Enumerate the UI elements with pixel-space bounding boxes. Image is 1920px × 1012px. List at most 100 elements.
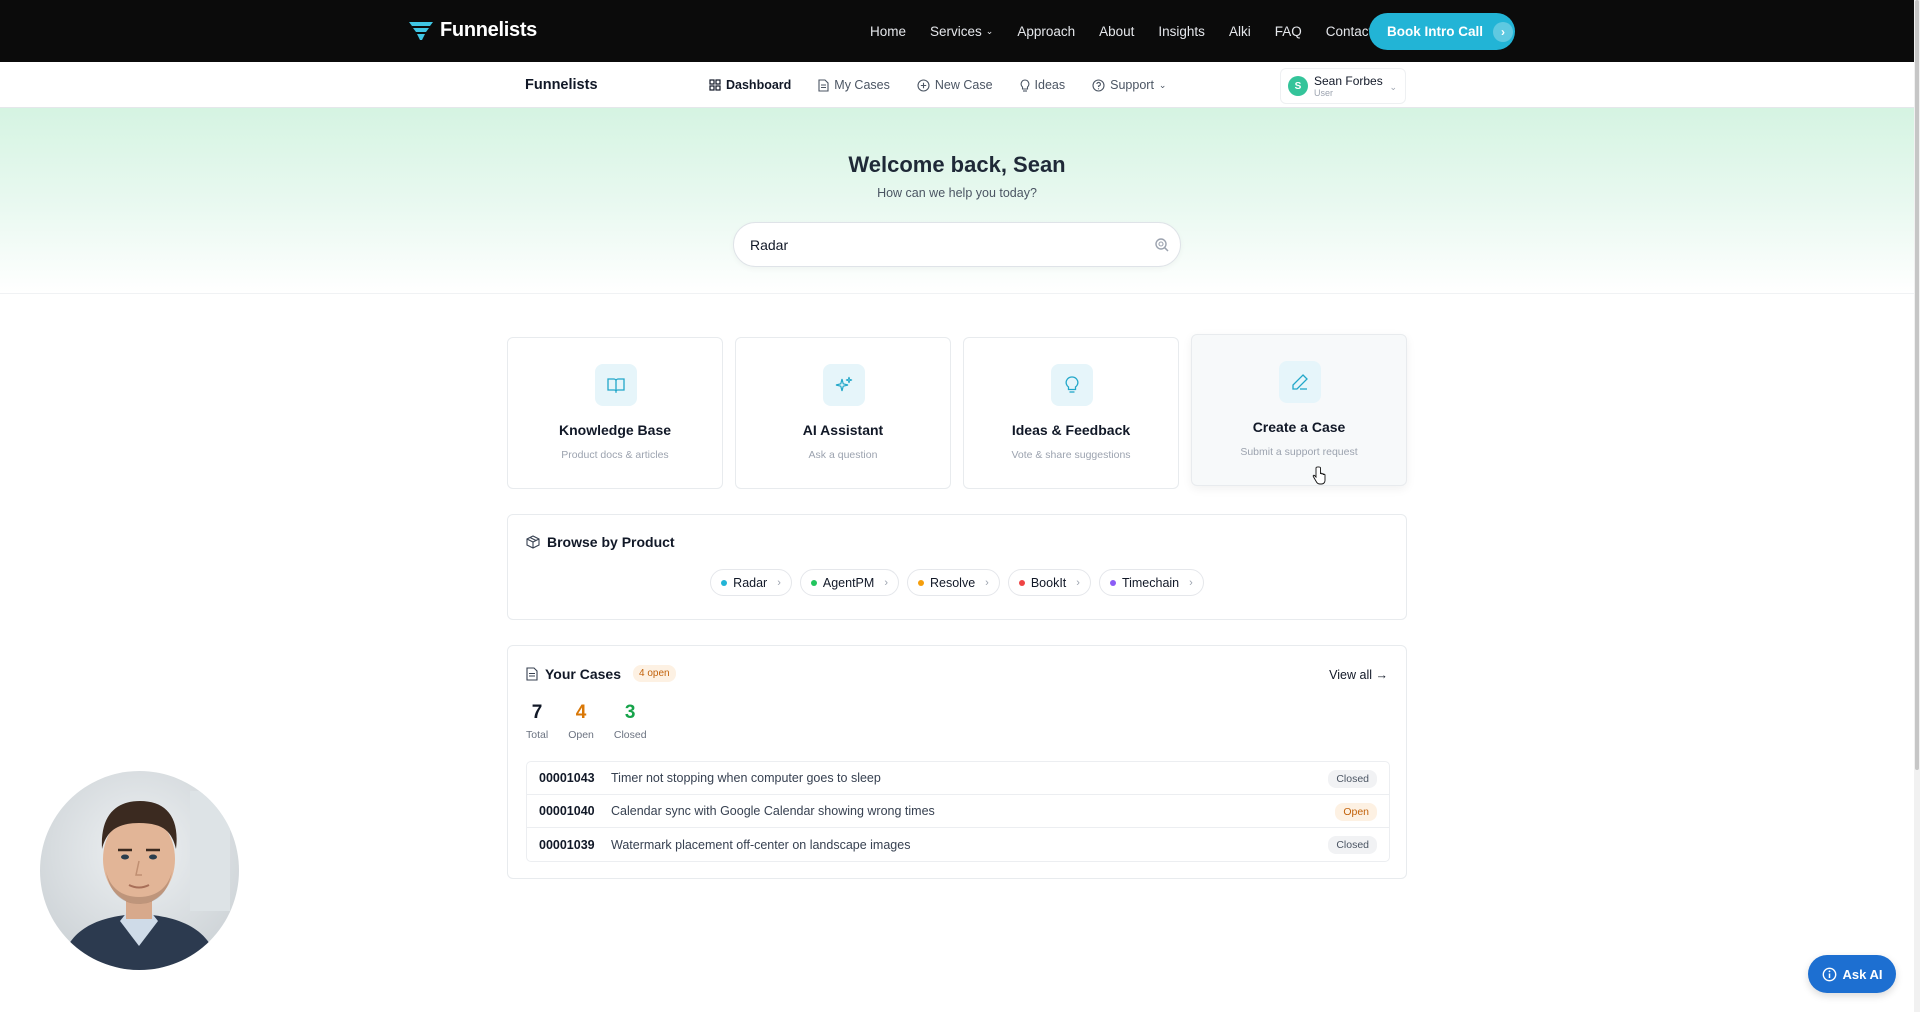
info-circle-icon [1822, 967, 1836, 981]
page-subtitle: How can we help you today? [877, 186, 1037, 200]
card-description: Product docs & articles [561, 449, 669, 461]
case-row[interactable]: 00001043 Timer not stopping when compute… [527, 762, 1389, 795]
product-chips: Radar › AgentPM › Resolve › BookIt › Tim… [508, 569, 1406, 596]
chevron-right-icon: › [1189, 576, 1193, 589]
stat-total: 7 Total [526, 701, 548, 741]
case-id: 00001040 [539, 804, 595, 818]
brand-logo[interactable]: Funnelists [408, 19, 537, 42]
stat-label: Closed [613, 729, 647, 741]
nav-alki[interactable]: Alki [1229, 24, 1251, 39]
card-description: Ask a question [808, 449, 878, 461]
card-create-case[interactable]: Create a Case Submit a support request [1191, 334, 1407, 486]
nav-about[interactable]: About [1099, 24, 1134, 39]
status-dot [1109, 579, 1116, 586]
nav-dashboard[interactable]: Dashboard [709, 78, 791, 92]
nav-insights[interactable]: Insights [1158, 24, 1205, 39]
card-ai-assistant[interactable]: AI Assistant Ask a question [735, 337, 951, 489]
package-icon [526, 535, 540, 549]
stat-label: Total [526, 729, 549, 741]
plus-circle-icon [917, 78, 930, 92]
browse-header: Browse by Product [526, 534, 675, 550]
your-cases-panel: Your Cases 4 open View all → 7 Total 4 O… [507, 645, 1407, 879]
scrollbar-thumb[interactable] [1915, 0, 1919, 770]
hand-cursor-icon [1312, 466, 1326, 485]
view-all-link[interactable]: View all → [1329, 668, 1388, 682]
nav-support[interactable]: Support ⌄ [1092, 78, 1166, 92]
nav-ideas-label: Ideas [1034, 78, 1066, 92]
cases-header: Your Cases 4 open [526, 665, 676, 682]
stat-value: 4 [575, 702, 587, 723]
nav-support-label: Support [1110, 78, 1154, 92]
nav-services[interactable]: Services ⌄ [930, 24, 993, 39]
nav-ideas[interactable]: Ideas [1020, 78, 1066, 92]
status-dot [917, 579, 924, 586]
book-icon [595, 364, 637, 406]
pencil-icon [1279, 361, 1321, 403]
nav-new-case[interactable]: New Case [917, 78, 993, 92]
chevron-down-icon: ⌄ [1158, 79, 1167, 90]
card-description: Submit a support request [1240, 446, 1358, 458]
card-title: Knowledge Base [558, 422, 672, 438]
top-navbar: Funnelists Home Services ⌄ Approach About… [0, 0, 1920, 62]
document-icon [526, 666, 538, 681]
case-list: 00001043 Timer not stopping when compute… [526, 761, 1390, 862]
card-title: Ideas & Feedback [1011, 422, 1131, 438]
portal-navbar: Funnelists Dashboard My Cases New Case I… [0, 62, 1914, 108]
case-title: Watermark placement off-center on landsc… [611, 837, 911, 852]
nav-my-cases[interactable]: My Cases [818, 78, 890, 92]
card-title: AI Assistant [802, 422, 884, 438]
nav-new-case-label: New Case [934, 78, 993, 92]
nav-home[interactable]: Home [870, 24, 906, 39]
browse-by-product-panel: Browse by Product Radar › AgentPM › Reso… [507, 514, 1407, 620]
page-scrollbar[interactable] [1914, 0, 1920, 1012]
user-info: Sean Forbes User [1314, 74, 1383, 98]
status-dot [810, 579, 817, 586]
status-badge: Open [1335, 803, 1377, 821]
product-chip-resolve[interactable]: Resolve › [906, 569, 1000, 596]
product-chip-radar[interactable]: Radar › [710, 569, 792, 596]
ask-ai-button[interactable]: Ask AI [1808, 955, 1896, 993]
card-knowledge-base[interactable]: Knowledge Base Product docs & articles [507, 337, 723, 489]
product-chip-agentpm[interactable]: AgentPM › [799, 569, 899, 596]
nav-contact[interactable]: Contact [1326, 24, 1373, 39]
arrow-right-icon: › [1493, 21, 1514, 42]
funnel-logo-icon [409, 21, 433, 40]
lightbulb-icon [1051, 364, 1093, 406]
case-id: 00001043 [539, 771, 595, 785]
case-row[interactable]: 00001039 Watermark placement off-center … [527, 828, 1389, 861]
chevron-down-icon: ⌄ [1389, 82, 1397, 92]
case-row[interactable]: 00001040 Calendar sync with Google Calen… [527, 795, 1389, 828]
book-intro-call-button[interactable]: Book Intro Call › [1369, 13, 1515, 50]
product-chip-bookit[interactable]: BookIt › [1007, 569, 1091, 596]
search-icon[interactable] [1154, 237, 1170, 253]
document-icon [818, 78, 829, 92]
nav-dashboard-label: Dashboard [726, 78, 792, 92]
search-input[interactable] [750, 223, 1130, 266]
status-dot [1018, 579, 1025, 586]
nav-services-label: Services [930, 23, 982, 39]
lightbulb-icon [1020, 78, 1029, 92]
ask-ai-label: Ask AI [1842, 966, 1883, 982]
card-title: Create a Case [1252, 419, 1346, 435]
case-title: Calendar sync with Google Calendar showi… [611, 804, 935, 818]
product-chip-timechain[interactable]: Timechain › [1098, 569, 1204, 596]
open-count-badge: 4 open [633, 665, 676, 682]
card-description: Vote & share suggestions [1011, 449, 1131, 461]
top-nav-links: Home Services ⌄ Approach About Insights A… [870, 0, 1396, 62]
portal-brand[interactable]: Funnelists [525, 77, 598, 93]
card-ideas-feedback[interactable]: Ideas & Feedback Vote & share suggestion… [963, 337, 1179, 489]
user-menu[interactable]: S Sean Forbes User ⌄ [1280, 68, 1406, 104]
brand-name: Funnelists [440, 19, 538, 41]
chevron-right-icon: › [1076, 576, 1080, 589]
stat-closed: 3 Closed [614, 701, 647, 741]
product-chip-label: Timechain [1121, 575, 1180, 590]
case-stats: 7 Total 4 Open 3 Closed [526, 701, 647, 741]
case-title: Timer not stopping when computer goes to… [611, 771, 881, 785]
page-title: Welcome back, Sean [848, 152, 1066, 177]
cases-title: Your Cases [545, 665, 621, 682]
nav-approach[interactable]: Approach [1017, 24, 1075, 39]
nav-faq[interactable]: FAQ [1275, 24, 1302, 39]
grid-icon [709, 79, 721, 91]
sparkles-icon [823, 364, 865, 406]
book-intro-call-label: Book Intro Call [1387, 24, 1484, 39]
